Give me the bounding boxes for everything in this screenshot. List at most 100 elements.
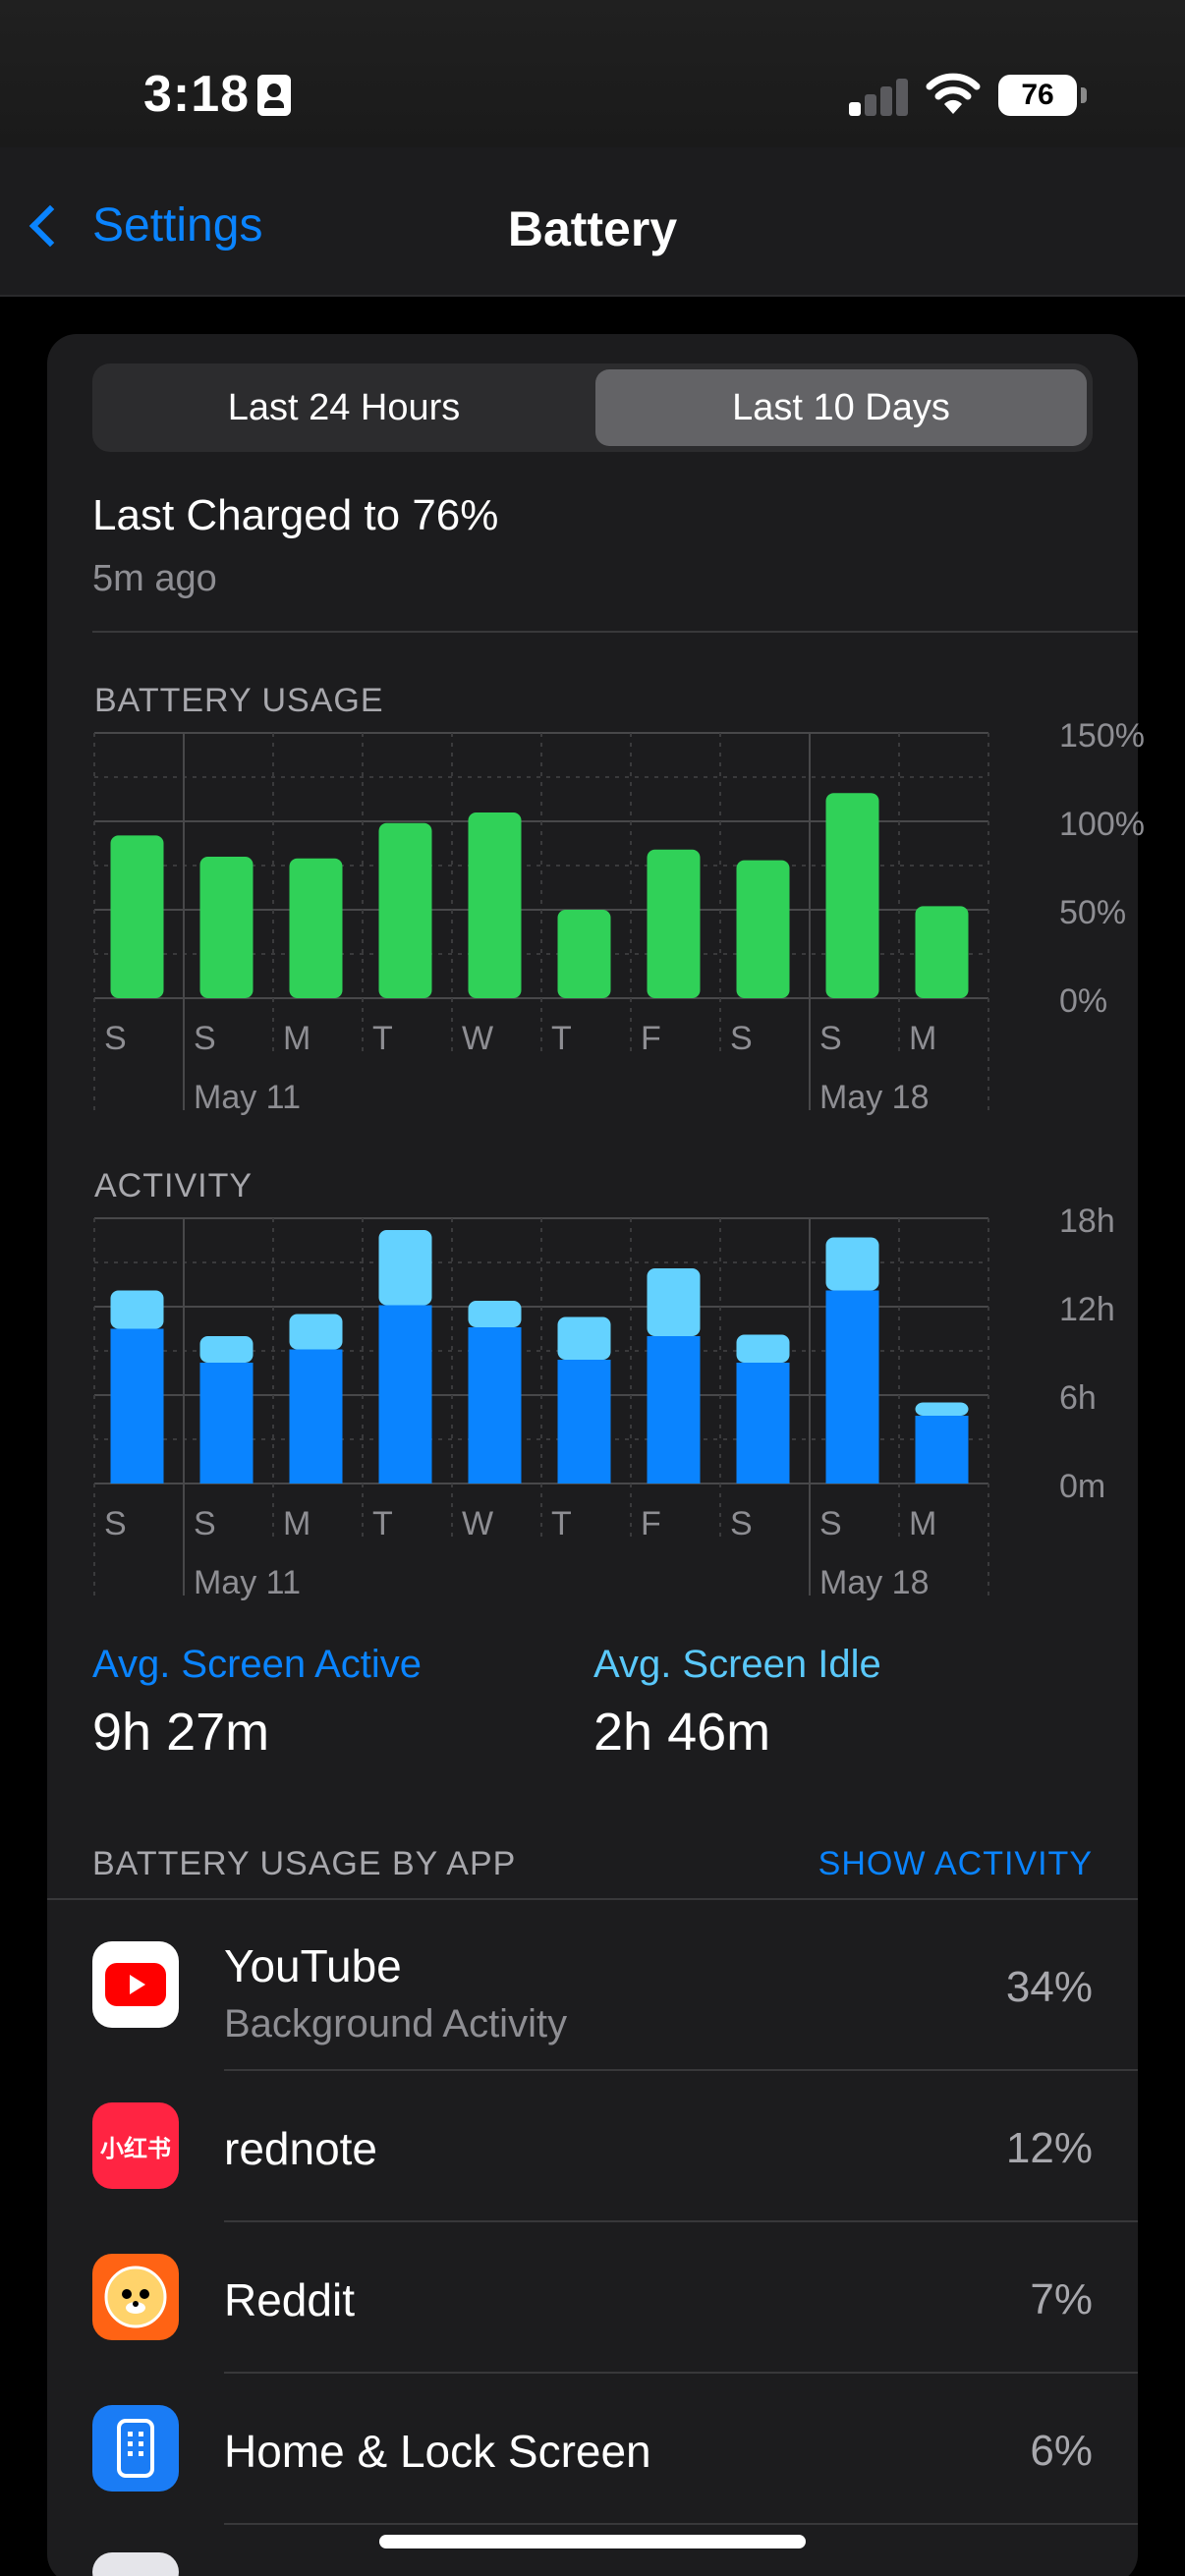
- x-tick-label: F: [641, 1020, 661, 1057]
- status-time: 3:18: [143, 66, 251, 123]
- x-tick-label: W: [462, 1505, 493, 1542]
- bar: [378, 822, 432, 998]
- x-tick-label: S: [730, 1505, 753, 1542]
- x-tick-label: S: [730, 1020, 753, 1057]
- bar-active: [289, 1349, 343, 1484]
- bar: [825, 793, 879, 998]
- battery-usage-chart: 150% 100% 50% 0% S S M T W T F S S M May 11 May 18: [47, 717, 1145, 1120]
- x-tick-label: M: [283, 1505, 310, 1542]
- bar: [199, 857, 254, 998]
- x-tick-label: W: [462, 1020, 493, 1057]
- app-row-rednote[interactable]: 小红书 rednote 12%: [47, 2071, 1138, 2220]
- x-tick-label: S: [819, 1020, 842, 1057]
- youtube-icon: [92, 1941, 179, 2028]
- x-tick-label: T: [372, 1020, 393, 1057]
- app-name: rednote: [224, 2123, 378, 2174]
- x-tick-label: M: [909, 1505, 936, 1542]
- battery-level-icon: 76: [998, 75, 1087, 116]
- bar: [736, 860, 790, 998]
- segment-last-24-hours[interactable]: Last 24 Hours: [98, 369, 590, 446]
- bar-active: [736, 1363, 790, 1484]
- y-tick-label: 6h: [1059, 1379, 1097, 1417]
- bar-idle: [557, 1316, 611, 1360]
- time-range-segmented-control: Last 24 Hours Last 10 Days: [92, 364, 1093, 452]
- bar-active: [557, 1360, 611, 1484]
- app-percentage: 7%: [1030, 2275, 1093, 2324]
- y-tick-label: 12h: [1059, 1291, 1115, 1328]
- status-bar: 3:18 76: [0, 0, 1185, 147]
- x-tick-label: T: [551, 1020, 572, 1057]
- bar-active: [110, 1328, 164, 1484]
- x-tick-label: S: [104, 1505, 127, 1542]
- bar-idle: [825, 1237, 879, 1291]
- date-label: May 11: [194, 1079, 301, 1116]
- y-tick-label: 0%: [1059, 982, 1107, 1020]
- bar-idle: [915, 1402, 969, 1416]
- last-charged-time: 5m ago: [92, 558, 217, 599]
- bar: [289, 858, 343, 998]
- date-label: May 18: [819, 1564, 930, 1601]
- x-tick-label: M: [283, 1020, 310, 1057]
- x-tick-label: F: [641, 1505, 661, 1542]
- date-label: May 11: [194, 1564, 301, 1601]
- app-name: Home & Lock Screen: [224, 2426, 651, 2477]
- app-name: YouTube: [224, 1940, 402, 1991]
- app-percentage: 6%: [1030, 2427, 1093, 2475]
- x-tick-label: M: [909, 1020, 936, 1057]
- bar-idle: [199, 1336, 254, 1363]
- cellular-signal-icon: [849, 77, 908, 116]
- bar-idle: [468, 1301, 522, 1327]
- bar-idle: [289, 1314, 343, 1350]
- activity-chart: 18h 12h 6h 0m S S M T W T F S S M May 11 May 18: [47, 1203, 1138, 1605]
- x-tick-label: S: [104, 1020, 127, 1057]
- home-indicator: [379, 2535, 806, 2548]
- y-tick-label: 0m: [1059, 1468, 1105, 1505]
- avg-screen-active-value: 9h 27m: [92, 1703, 270, 1762]
- x-tick-label: S: [819, 1505, 842, 1542]
- bar-idle: [736, 1334, 790, 1363]
- x-tick-label: S: [194, 1020, 216, 1057]
- page-title: Battery: [507, 201, 678, 256]
- app-percentage: 12%: [1005, 2124, 1093, 2172]
- activity-label: ACTIVITY: [94, 1167, 254, 1204]
- bar-active: [468, 1327, 522, 1484]
- avg-screen-idle-label: Avg. Screen Idle: [593, 1643, 881, 1686]
- navigation-bar: Settings Battery: [0, 147, 1185, 297]
- battery-usage-by-app-header: BATTERY USAGE BY APP: [92, 1845, 517, 1882]
- contact-card-icon: [257, 75, 291, 116]
- battery-usage-label: BATTERY USAGE: [94, 682, 384, 719]
- reddit-icon: [92, 2254, 179, 2340]
- bar-active: [825, 1290, 879, 1484]
- bar-active: [199, 1363, 254, 1484]
- segment-last-10-days[interactable]: Last 10 Days: [595, 369, 1087, 446]
- app-subtitle: Background Activity: [224, 2002, 568, 2045]
- avg-screen-idle-value: 2h 46m: [593, 1703, 771, 1762]
- x-tick-label: T: [551, 1505, 572, 1542]
- x-tick-label: S: [194, 1505, 216, 1542]
- divider: [92, 631, 1138, 633]
- partial-app-icon: [92, 2552, 179, 2576]
- last-charged-title: Last Charged to 76%: [92, 491, 499, 539]
- y-tick-label: 50%: [1059, 894, 1126, 931]
- bar-idle: [378, 1230, 432, 1306]
- date-label: May 18: [819, 1079, 930, 1116]
- app-row-youtube[interactable]: YouTube Background Activity 34%: [47, 1900, 1138, 2069]
- bar: [468, 812, 522, 998]
- bar-active: [378, 1305, 432, 1484]
- bar-active: [915, 1416, 969, 1484]
- show-activity-button[interactable]: SHOW ACTIVITY: [818, 1845, 1093, 1883]
- bar: [557, 910, 611, 998]
- app-name: Reddit: [224, 2274, 355, 2325]
- bar: [110, 835, 164, 998]
- y-tick-label: 100%: [1059, 806, 1145, 843]
- rednote-icon: 小红书: [92, 2102, 179, 2189]
- bar: [647, 849, 701, 998]
- y-tick-label: 150%: [1059, 717, 1145, 755]
- bar: [915, 906, 969, 998]
- app-percentage: 34%: [1005, 1963, 1093, 2011]
- app-row-home-lock-screen[interactable]: Home & Lock Screen 6%: [47, 2374, 1138, 2523]
- app-row-reddit[interactable]: Reddit 7%: [47, 2222, 1138, 2372]
- bar-active: [647, 1336, 701, 1484]
- bar-idle: [110, 1290, 164, 1329]
- x-tick-label: T: [372, 1505, 393, 1542]
